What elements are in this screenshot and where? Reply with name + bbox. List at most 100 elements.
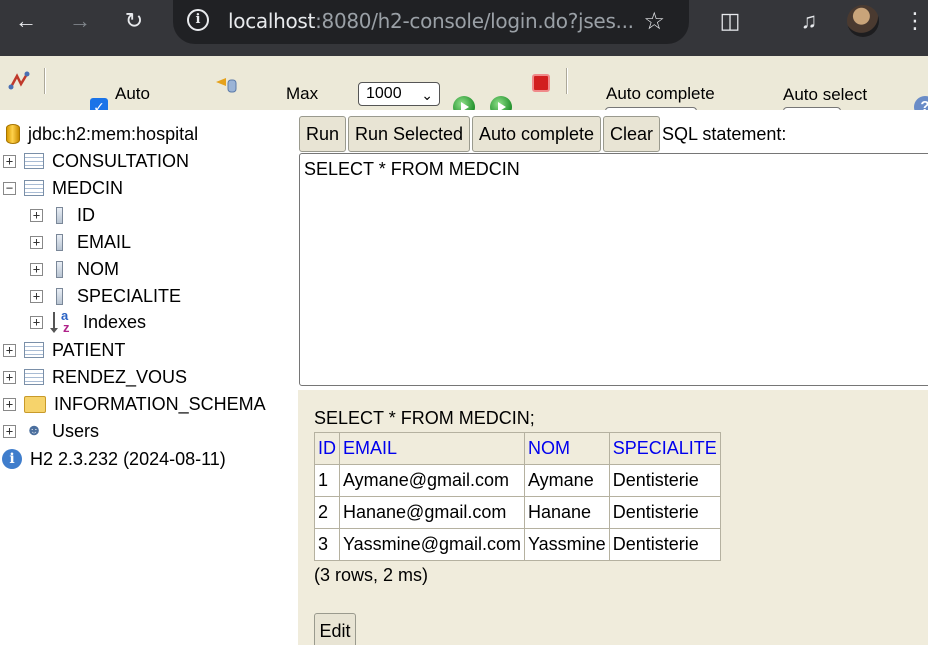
row-count: (3 rows, 2 ms) — [314, 565, 429, 585]
tree-item-label: PATIENT — [52, 339, 126, 360]
collapse-icon[interactable]: − — [3, 181, 16, 195]
clear-button[interactable]: Clear — [603, 116, 661, 152]
table-icon — [24, 180, 44, 196]
url-host: localhost — [228, 9, 316, 33]
table-icon — [24, 369, 44, 385]
tree-item-information-schema[interactable]: + INFORMATION_SCHEMA — [3, 391, 266, 417]
tree-item-label: NOM — [77, 258, 119, 279]
table-cell: 2 — [314, 496, 340, 529]
forward-icon[interactable]: → — [69, 10, 91, 32]
table-cell: Hanane — [524, 496, 610, 529]
column-header[interactable]: NOM — [524, 432, 610, 465]
tree-item-consultation[interactable]: + CONSULTATION — [3, 148, 189, 174]
tree-item-medcin[interactable]: − MEDCIN — [3, 175, 123, 201]
media-controls-icon[interactable]: ♫ — [796, 8, 822, 34]
h2-toolbar: ✓ Auto Max 1000 ⌄ Auto complete Auto sele… — [0, 56, 928, 110]
result-statement: SELECT * FROM MEDCIN; — [314, 408, 535, 428]
run-icon[interactable] — [453, 96, 475, 110]
tree-item-patient[interactable]: + PATIENT — [3, 337, 125, 363]
bookmark-star-icon[interactable]: ☆ — [643, 7, 665, 36]
expand-icon[interactable]: + — [3, 397, 16, 411]
expand-icon[interactable]: + — [30, 208, 43, 222]
tree-item-indexes[interactable]: + az Indexes — [30, 309, 146, 335]
reload-icon[interactable]: ↻ — [123, 10, 145, 32]
sql-editor[interactable]: SELECT * FROM MEDCIN — [299, 153, 928, 386]
tree-connection[interactable]: jdbc:h2:mem:hospital — [6, 121, 198, 147]
table-icon — [24, 342, 44, 358]
auto-complete-button[interactable]: Auto complete — [472, 116, 602, 152]
main-pane: Run Run Selected Auto complete Clear SQL… — [298, 110, 928, 645]
expand-icon[interactable]: + — [30, 289, 43, 303]
table-row: 1 Aymane@gmail.com Aymane Dentisterie — [314, 464, 721, 497]
table-row: 3 Yassmine@gmail.com Yassmine Dentisteri… — [314, 528, 721, 561]
toolbar-separator — [44, 68, 46, 94]
expand-icon[interactable]: + — [30, 315, 43, 329]
url-path: :8080/h2-console/login.do?jses... — [315, 9, 634, 33]
table-cell: Aymane@gmail.com — [339, 464, 525, 497]
run-selected-icon[interactable] — [490, 96, 512, 110]
auto-select-label: Auto select — [783, 85, 868, 104]
table-cell: Dentisterie — [608, 528, 721, 561]
column-icon — [56, 287, 63, 305]
column-header[interactable]: EMAIL — [339, 432, 525, 465]
connection-label: jdbc:h2:mem:hospital — [28, 123, 199, 144]
run-selected-button[interactable]: Run Selected — [348, 116, 471, 152]
max-rows-label: Max — [286, 84, 319, 103]
expand-icon[interactable]: + — [3, 343, 16, 357]
result-table: ID EMAIL NOM SPECIALITE 1 Aymane@gmail.c… — [314, 432, 721, 561]
table-cell: Dentisterie — [608, 464, 721, 497]
version-info: i H2 2.3.232 (2024-08-11) — [2, 446, 226, 472]
query-area: Run Run Selected Auto complete Clear SQL… — [298, 110, 928, 390]
tree-item-column-id[interactable]: + ID — [30, 202, 95, 228]
table-cell: Aymane — [524, 464, 610, 497]
table-cell: Yassmine — [524, 528, 610, 561]
browser-menu-icon[interactable]: ⋮ — [904, 8, 926, 34]
folder-icon — [24, 395, 46, 413]
auto-commit-label: Auto — [115, 84, 150, 103]
column-header[interactable]: ID — [314, 432, 340, 465]
table-row: 2 Hanane@gmail.com Hanane Dentisterie — [314, 496, 721, 529]
tree-item-label: CONSULTATION — [52, 150, 190, 171]
expand-icon[interactable]: + — [30, 235, 43, 249]
tree-item-label: RENDEZ_VOUS — [52, 366, 188, 387]
address-bar[interactable]: i localhost:8080/h2-console/login.do?jse… — [173, 0, 689, 44]
table-cell: 1 — [314, 464, 340, 497]
expand-icon[interactable]: + — [30, 262, 43, 276]
site-info-icon[interactable]: i — [187, 9, 209, 31]
toolbar-separator — [566, 68, 568, 94]
sql-text: SELECT * FROM MEDCIN — [304, 159, 520, 179]
table-icon — [24, 153, 44, 169]
max-rows-value: 1000 — [366, 85, 402, 102]
users-icon: ☻ — [25, 422, 43, 439]
tree-item-label: MEDCIN — [52, 177, 123, 198]
edit-button[interactable]: Edit — [314, 613, 356, 645]
tree-item-label: Indexes — [83, 311, 147, 332]
run-button[interactable]: Run — [299, 116, 347, 152]
tree-item-column-specialite[interactable]: + SPECIALITE — [30, 283, 181, 309]
expand-icon[interactable]: + — [3, 424, 16, 438]
auto-commit-checkbox[interactable]: ✓ — [90, 98, 108, 110]
sql-statement-label: SQL statement: — [662, 124, 787, 144]
max-rows-select[interactable]: 1000 ⌄ — [358, 82, 440, 106]
help-icon[interactable]: ? — [914, 96, 928, 110]
extensions-icon[interactable]: ◫ — [717, 8, 743, 34]
column-icon — [56, 206, 63, 224]
tree-item-label: Users — [52, 420, 100, 441]
url-text: localhost:8080/h2-console/login.do?jses.… — [228, 9, 634, 33]
back-icon[interactable]: ← — [15, 10, 37, 32]
disconnect-icon[interactable] — [8, 71, 30, 91]
column-header[interactable]: SPECIALITE — [608, 432, 721, 465]
rollback-icon[interactable] — [212, 74, 238, 94]
table-cell: 3 — [314, 528, 340, 561]
expand-icon[interactable]: + — [3, 370, 16, 384]
tree-item-label: INFORMATION_SCHEMA — [54, 393, 266, 414]
profile-avatar[interactable] — [847, 5, 879, 37]
column-icon — [56, 260, 63, 278]
stop-icon[interactable] — [532, 74, 550, 92]
tree-item-rendez-vous[interactable]: + RENDEZ_VOUS — [3, 364, 187, 390]
tree-item-column-email[interactable]: + EMAIL — [30, 229, 131, 255]
expand-icon[interactable]: + — [3, 154, 16, 168]
tree-item-label: SPECIALITE — [77, 285, 182, 306]
tree-item-column-nom[interactable]: + NOM — [30, 256, 119, 282]
tree-item-users[interactable]: + ☻ Users — [3, 418, 99, 444]
